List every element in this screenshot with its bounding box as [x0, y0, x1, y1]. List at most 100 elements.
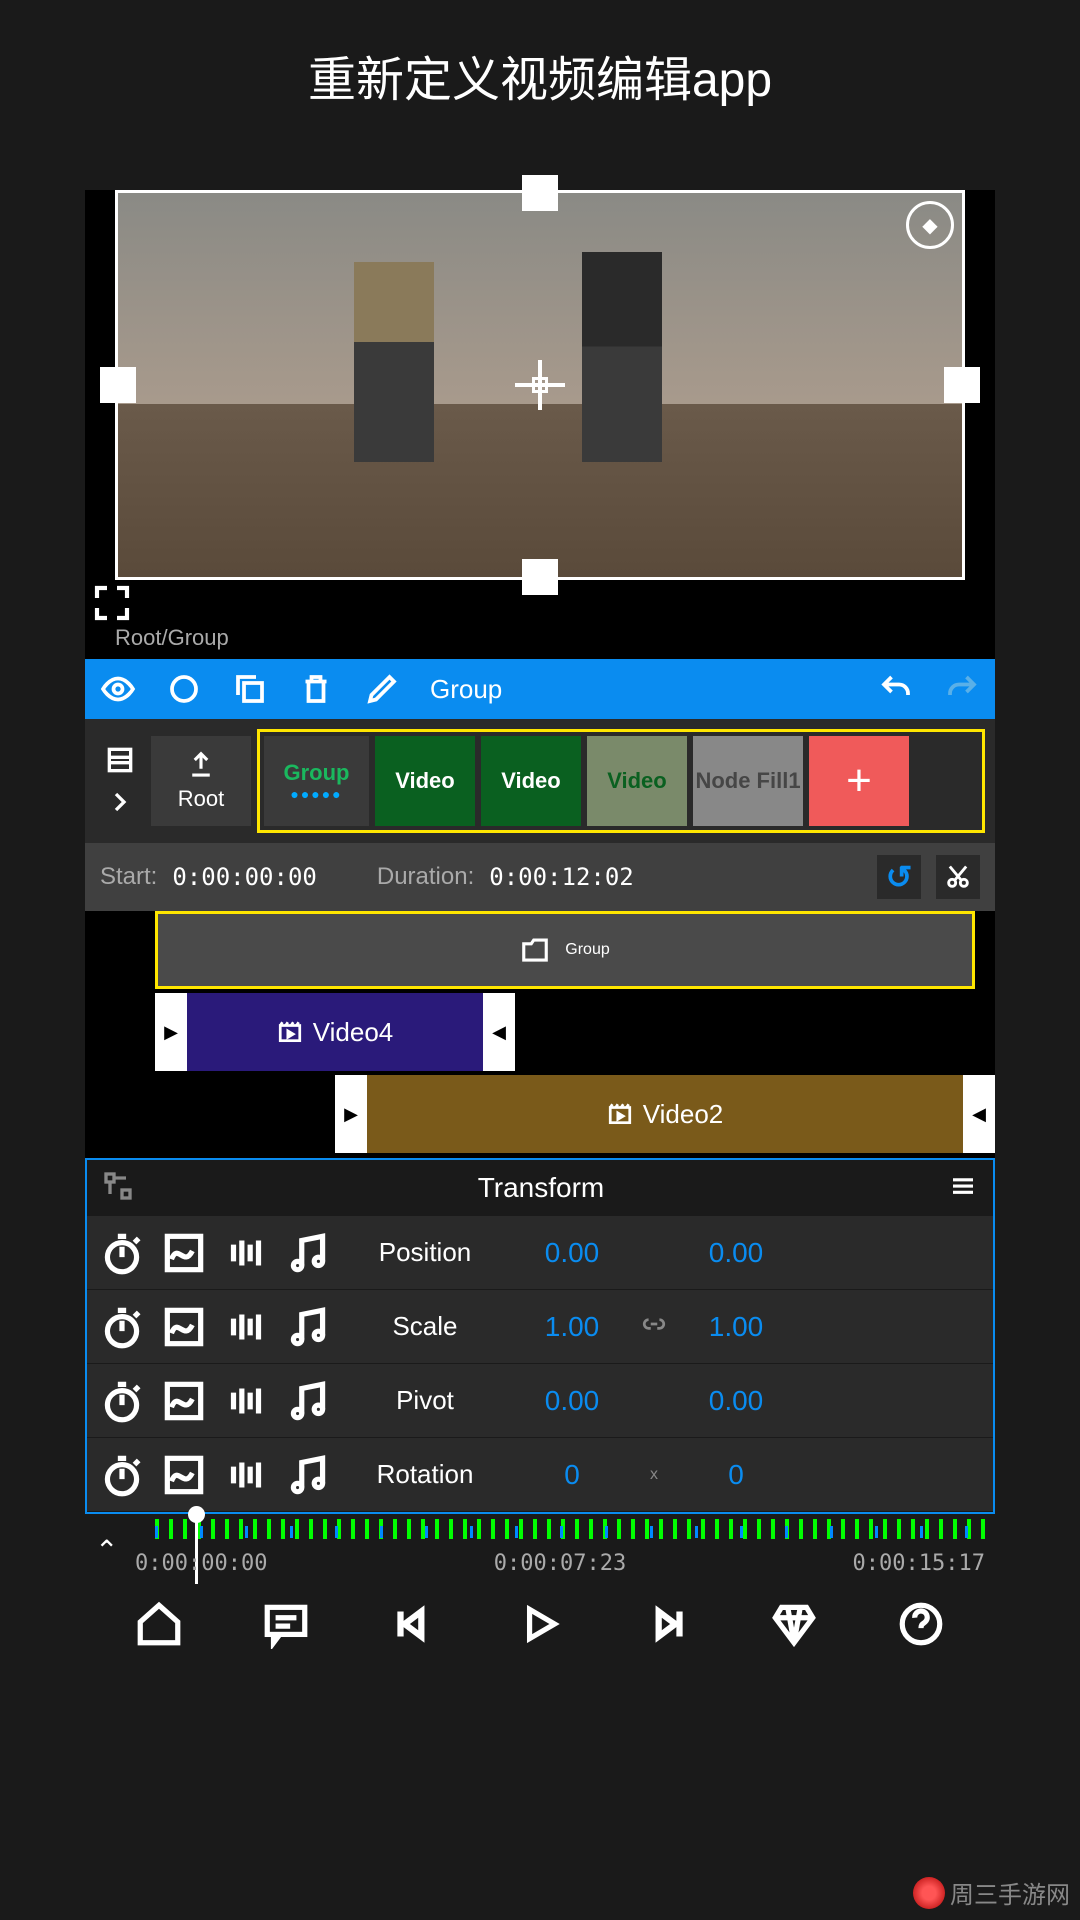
comment-icon[interactable]	[261, 1599, 311, 1649]
clip-video2[interactable]: ▶ Video2 ◀	[335, 1075, 995, 1153]
ruler-time: 0:00:00:00	[135, 1551, 267, 1576]
duration-label: Duration:	[377, 863, 474, 891]
separator: x	[639, 1466, 669, 1484]
graph-icon[interactable]	[159, 1376, 209, 1426]
diamond-icon[interactable]	[769, 1599, 819, 1649]
delete-icon[interactable]	[298, 671, 334, 707]
fullscreen-icon[interactable]	[88, 579, 136, 627]
wave-icon[interactable]	[221, 1376, 271, 1426]
link-icon[interactable]	[639, 1311, 669, 1342]
video-preview[interactable]	[115, 190, 965, 580]
edit-icon[interactable]	[364, 671, 400, 707]
copy-icon[interactable]	[232, 671, 268, 707]
snap-icon[interactable]: ↺	[877, 855, 921, 899]
breadcrumb: Root/Group	[115, 625, 995, 651]
resize-handle[interactable]	[522, 559, 558, 595]
resize-handle[interactable]	[100, 367, 136, 403]
music-icon[interactable]	[283, 1376, 333, 1426]
property-value[interactable]: 0.00	[517, 1237, 627, 1269]
start-label: Start:	[100, 863, 157, 891]
resize-handle[interactable]	[944, 367, 980, 403]
bottom-bar	[85, 1589, 995, 1659]
play-icon[interactable]	[515, 1599, 565, 1649]
music-icon[interactable]	[283, 1302, 333, 1352]
property-value[interactable]: 1.00	[517, 1311, 627, 1343]
transform-row: Position 0.00 0.00	[87, 1216, 993, 1290]
music-icon[interactable]	[283, 1450, 333, 1500]
collapse-icon[interactable]: ⌃	[95, 1534, 118, 1567]
clip-group[interactable]: Group	[155, 911, 975, 989]
add-layer-button[interactable]: +	[809, 736, 909, 826]
circle-icon[interactable]	[166, 671, 202, 707]
stopwatch-icon[interactable]	[97, 1450, 147, 1500]
property-label: Pivot	[345, 1385, 505, 1416]
transform-panel: Transform Position 0.00 0.00 Scale 1.00 1.00 P…	[85, 1158, 995, 1514]
root-label: Root	[178, 786, 224, 812]
property-value[interactable]: 0	[517, 1459, 627, 1491]
redo-icon[interactable]	[944, 671, 980, 707]
next-frame-icon[interactable]	[642, 1599, 692, 1649]
property-label: Position	[345, 1237, 505, 1268]
transform-node-icon[interactable]	[102, 1170, 134, 1207]
crosshair-icon[interactable]	[515, 360, 565, 410]
sidebar-toggle[interactable]	[95, 744, 145, 818]
stopwatch-icon[interactable]	[97, 1376, 147, 1426]
ruler-time: 0:00:15:17	[853, 1551, 985, 1576]
property-value[interactable]: 0.00	[681, 1237, 791, 1269]
layer-tile-video[interactable]: Video	[587, 736, 687, 826]
ruler-marks	[155, 1526, 995, 1538]
stopwatch-icon[interactable]	[97, 1302, 147, 1352]
stopwatch-icon[interactable]	[97, 1228, 147, 1278]
start-value[interactable]: 0:00:00:00	[172, 863, 317, 891]
cut-icon[interactable]	[936, 855, 980, 899]
visibility-icon[interactable]	[100, 671, 136, 707]
wave-icon[interactable]	[221, 1450, 271, 1500]
property-value[interactable]: 0.00	[517, 1385, 627, 1417]
toolbar-label: Group	[430, 674, 502, 705]
layer-tile-video[interactable]: Video	[481, 736, 581, 826]
wave-icon[interactable]	[221, 1228, 271, 1278]
home-icon[interactable]	[134, 1599, 184, 1649]
top-toolbar: Group	[85, 659, 995, 719]
clip-handle[interactable]: ◀	[963, 1075, 995, 1153]
ruler-time: 0:00:07:23	[494, 1551, 626, 1576]
undo-icon[interactable]	[878, 671, 914, 707]
property-value[interactable]: 1.00	[681, 1311, 791, 1343]
rotate-icon[interactable]	[906, 201, 954, 249]
property-value[interactable]: 0	[681, 1459, 791, 1491]
layer-group: Group ●●●●● Video Video Video Node Fill1…	[257, 729, 985, 833]
clip-handle[interactable]: ▶	[335, 1075, 367, 1153]
timeline-ruler[interactable]: ⌃ 0:00:00:00 0:00:07:23 0:00:15:17	[85, 1514, 995, 1584]
root-tile[interactable]: Root	[151, 736, 251, 826]
music-icon[interactable]	[283, 1228, 333, 1278]
preview-figure	[582, 252, 662, 462]
transform-row: Pivot 0.00 0.00	[87, 1364, 993, 1438]
wave-icon[interactable]	[221, 1302, 271, 1352]
clip-handle[interactable]: ◀	[483, 993, 515, 1071]
property-label: Scale	[345, 1311, 505, 1342]
graph-icon[interactable]	[159, 1450, 209, 1500]
graph-icon[interactable]	[159, 1228, 209, 1278]
transform-row: Rotation 0x0	[87, 1438, 993, 1512]
menu-icon[interactable]	[948, 1171, 978, 1206]
app-container: Root/Group Group Root Group ●●●●● Video …	[85, 190, 995, 1470]
property-label: Rotation	[345, 1459, 505, 1490]
layer-strip: Root Group ●●●●● Video Video Video Node …	[85, 719, 995, 843]
transform-row: Scale 1.00 1.00	[87, 1290, 993, 1364]
layer-tile-group[interactable]: Group ●●●●●	[264, 736, 369, 826]
duration-value[interactable]: 0:00:12:02	[489, 863, 634, 891]
property-value[interactable]: 0.00	[681, 1385, 791, 1417]
graph-icon[interactable]	[159, 1302, 209, 1352]
help-icon[interactable]	[896, 1599, 946, 1649]
layer-tile-nodefill[interactable]: Node Fill1	[693, 736, 803, 826]
watermark-logo-icon	[913, 1877, 945, 1909]
preview-figure	[354, 262, 434, 462]
transform-title: Transform	[134, 1172, 948, 1204]
prev-frame-icon[interactable]	[388, 1599, 438, 1649]
layer-tile-video[interactable]: Video	[375, 736, 475, 826]
clip-video4[interactable]: ▶ Video4 ◀	[155, 993, 515, 1071]
clip-handle[interactable]: ▶	[155, 993, 187, 1071]
timeline-area: Group ▶ Video4 ◀ ▶ Video2 ◀	[85, 911, 995, 1153]
watermark: 周三手游网	[913, 1875, 1070, 1910]
resize-handle[interactable]	[522, 175, 558, 211]
